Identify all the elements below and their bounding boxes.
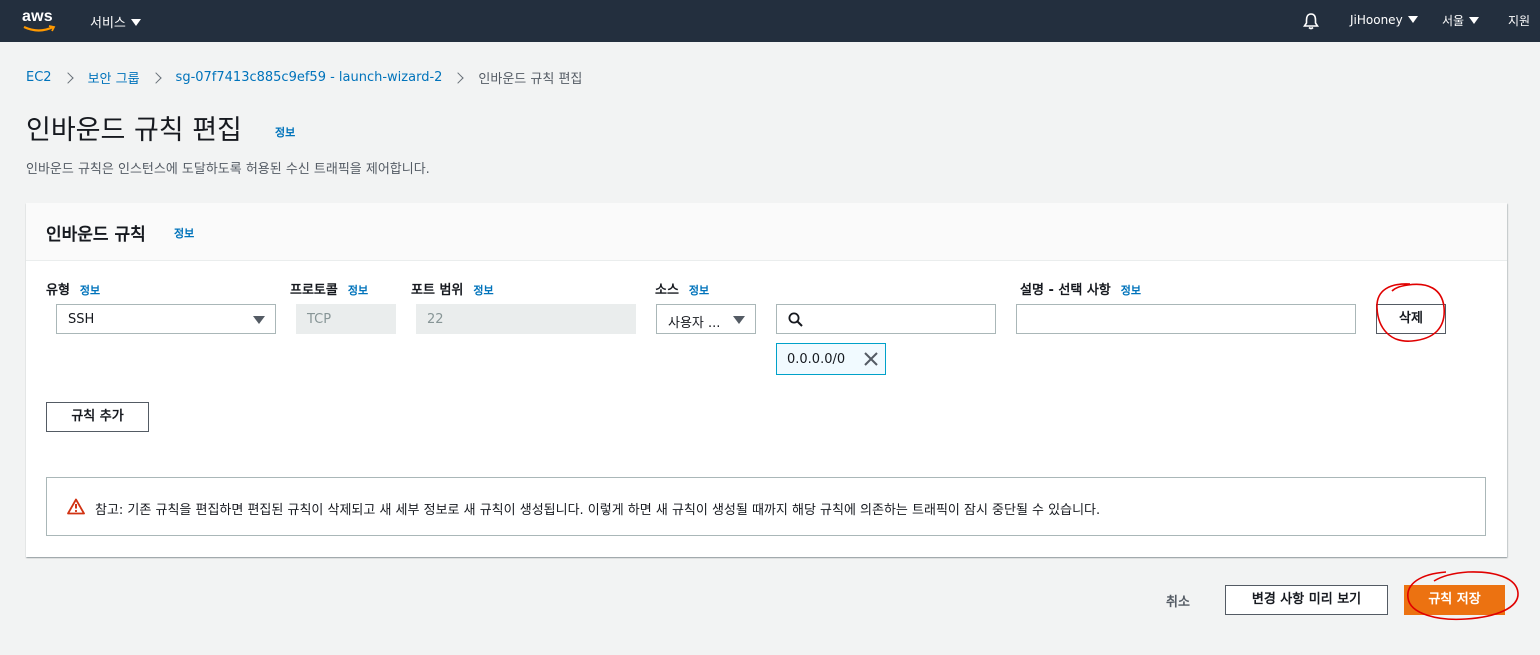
breadcrumb-ec2[interactable]: EC2 [26,70,52,85]
port-range-field: 22 [416,304,636,334]
type-info-link[interactable]: 정보 [80,284,100,297]
caret-down-icon [253,316,265,324]
top-navigation: aws 서비스 JiHooney 서울 지원 [0,0,1540,42]
delete-rule-button[interactable]: 삭제 [1376,304,1446,334]
protocol-column-label: 프로토콜 정보 [290,283,369,298]
user-menu[interactable]: JiHooney [1350,13,1418,27]
source-column-label: 소스 정보 [655,283,710,298]
panel-title: 인바운드 규칙 [46,225,146,245]
source-info-link[interactable]: 정보 [689,284,709,297]
chevron-right-icon [61,71,74,84]
save-rules-button[interactable]: 규칙 저장 [1404,585,1505,615]
chevron-down-icon [130,19,141,26]
inbound-rules-panel: 인바운드 규칙 정보 유형 정보 프로토콜 정보 포트 범위 정보 소스 정보 설명 -… [26,203,1507,557]
breadcrumb: EC2 보안 그룹 sg-07f7413c885c9ef59 - launch-… [26,68,582,87]
panel-info-link[interactable]: 정보 [174,225,194,241]
page-title: 인바운드 규칙 편집 [26,115,242,146]
close-icon[interactable] [864,352,878,366]
breadcrumb-security-group[interactable]: sg-07f7413c885c9ef59 - launch-wizard-2 [176,70,443,85]
chevron-down-icon [1407,16,1418,23]
cidr-token: 0.0.0.0/0 [776,343,886,375]
services-menu[interactable]: 서비스 [90,12,141,31]
caret-down-icon [733,316,745,324]
cancel-button[interactable]: 취소 [1166,591,1190,610]
aws-smile-icon [23,25,56,32]
source-search-input[interactable] [776,304,996,334]
chevron-right-icon [149,71,162,84]
title-info-link[interactable]: 정보 [275,124,295,140]
page-description: 인바운드 규칙은 인스턴스에 도달하도록 허용된 수신 트래픽을 제어합니다. [26,162,430,177]
add-rule-button[interactable]: 규칙 추가 [46,402,149,432]
type-column-label: 유형 정보 [46,283,101,298]
support-menu[interactable]: 지원 [1508,12,1530,29]
source-type-select[interactable]: 사용자 ... [656,304,756,334]
region-menu[interactable]: 서울 [1442,12,1480,29]
panel-header: 인바운드 규칙 정보 [26,203,1507,261]
warning-icon [67,498,85,515]
breadcrumb-security-groups[interactable]: 보안 그룹 [88,68,140,87]
type-select[interactable]: SSH [56,304,276,334]
chevron-down-icon [1469,17,1480,24]
chevron-right-icon [452,71,465,84]
protocol-info-link[interactable]: 정보 [348,284,368,297]
bell-icon[interactable] [1302,12,1320,30]
description-column-label: 설명 - 선택 사항 정보 [1020,283,1141,298]
search-icon [788,312,803,327]
description-input[interactable] [1016,304,1356,334]
protocol-field: TCP [296,304,396,334]
warning-alert: 참고: 기존 규칙을 편집하면 편집된 규칙이 삭제되고 새 세부 정보로 새 … [46,477,1486,536]
preview-changes-button[interactable]: 변경 사항 미리 보기 [1225,585,1388,615]
port-range-info-link[interactable]: 정보 [473,284,493,297]
breadcrumb-current: 인바운드 규칙 편집 [478,72,583,87]
warning-text: 참고: 기존 규칙을 편집하면 편집된 규칙이 삭제되고 새 세부 정보로 새 … [95,503,1101,518]
aws-logo[interactable]: aws [22,8,58,34]
port-range-column-label: 포트 범위 정보 [411,283,494,298]
description-info-link[interactable]: 정보 [1121,284,1141,297]
